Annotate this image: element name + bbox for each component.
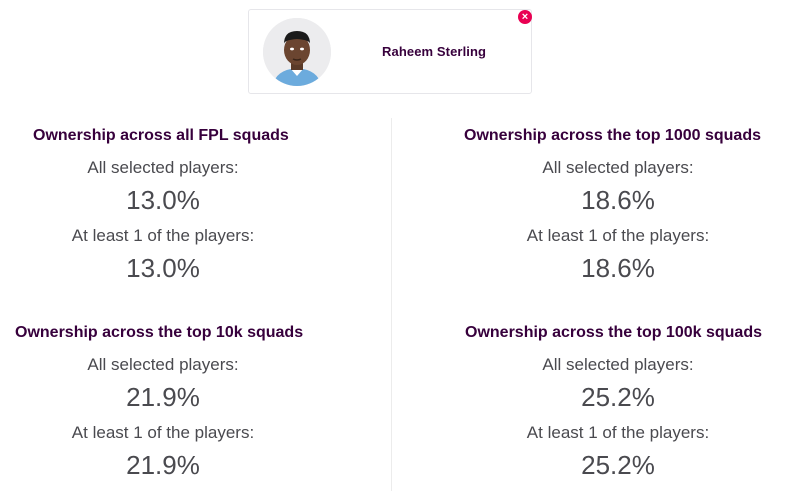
- all-selected-label: All selected players:: [542, 158, 694, 177]
- ownership-top-10k-section: Ownership across the top 10k squads All …: [0, 324, 343, 484]
- at-least-one-label: At least 1 of the players:: [71, 423, 255, 442]
- at-least-one-label: At least 1 of the players:: [71, 226, 255, 245]
- player-name: Raheem Sterling: [382, 44, 487, 59]
- section-title: Ownership across the top 10k squads: [15, 324, 304, 341]
- player-photo-icon: [263, 18, 331, 86]
- at-least-one-value: 21.9%: [126, 450, 200, 480]
- at-least-one-value: 18.6%: [581, 253, 655, 283]
- all-selected-label: All selected players:: [87, 355, 239, 374]
- at-least-one-value: 25.2%: [581, 450, 655, 480]
- all-selected-value: 25.2%: [581, 382, 655, 412]
- ownership-top-1000-section: Ownership across the top 1000 squads All…: [438, 127, 798, 287]
- close-icon: ×: [521, 11, 529, 23]
- ownership-all-fpl-section: Ownership across all FPL squads All sele…: [0, 127, 343, 287]
- all-selected-label: All selected players:: [87, 158, 239, 177]
- all-selected-label: All selected players:: [542, 355, 694, 374]
- remove-player-button[interactable]: ×: [518, 10, 532, 24]
- at-least-one-value: 13.0%: [126, 253, 200, 283]
- selected-player-card: Raheem Sterling: [248, 9, 532, 94]
- all-selected-value: 18.6%: [581, 185, 655, 215]
- section-title: Ownership across all FPL squads: [33, 127, 289, 144]
- ownership-top-100k-section: Ownership across the top 100k squads All…: [438, 324, 798, 484]
- all-selected-value: 21.9%: [126, 382, 200, 412]
- player-avatar: [263, 18, 331, 86]
- at-least-one-label: At least 1 of the players:: [526, 226, 710, 245]
- section-title: Ownership across the top 1000 squads: [464, 127, 761, 144]
- section-title: Ownership across the top 100k squads: [465, 324, 762, 341]
- all-selected-value: 13.0%: [126, 185, 200, 215]
- at-least-one-label: At least 1 of the players:: [526, 423, 710, 442]
- column-divider: [391, 118, 392, 491]
